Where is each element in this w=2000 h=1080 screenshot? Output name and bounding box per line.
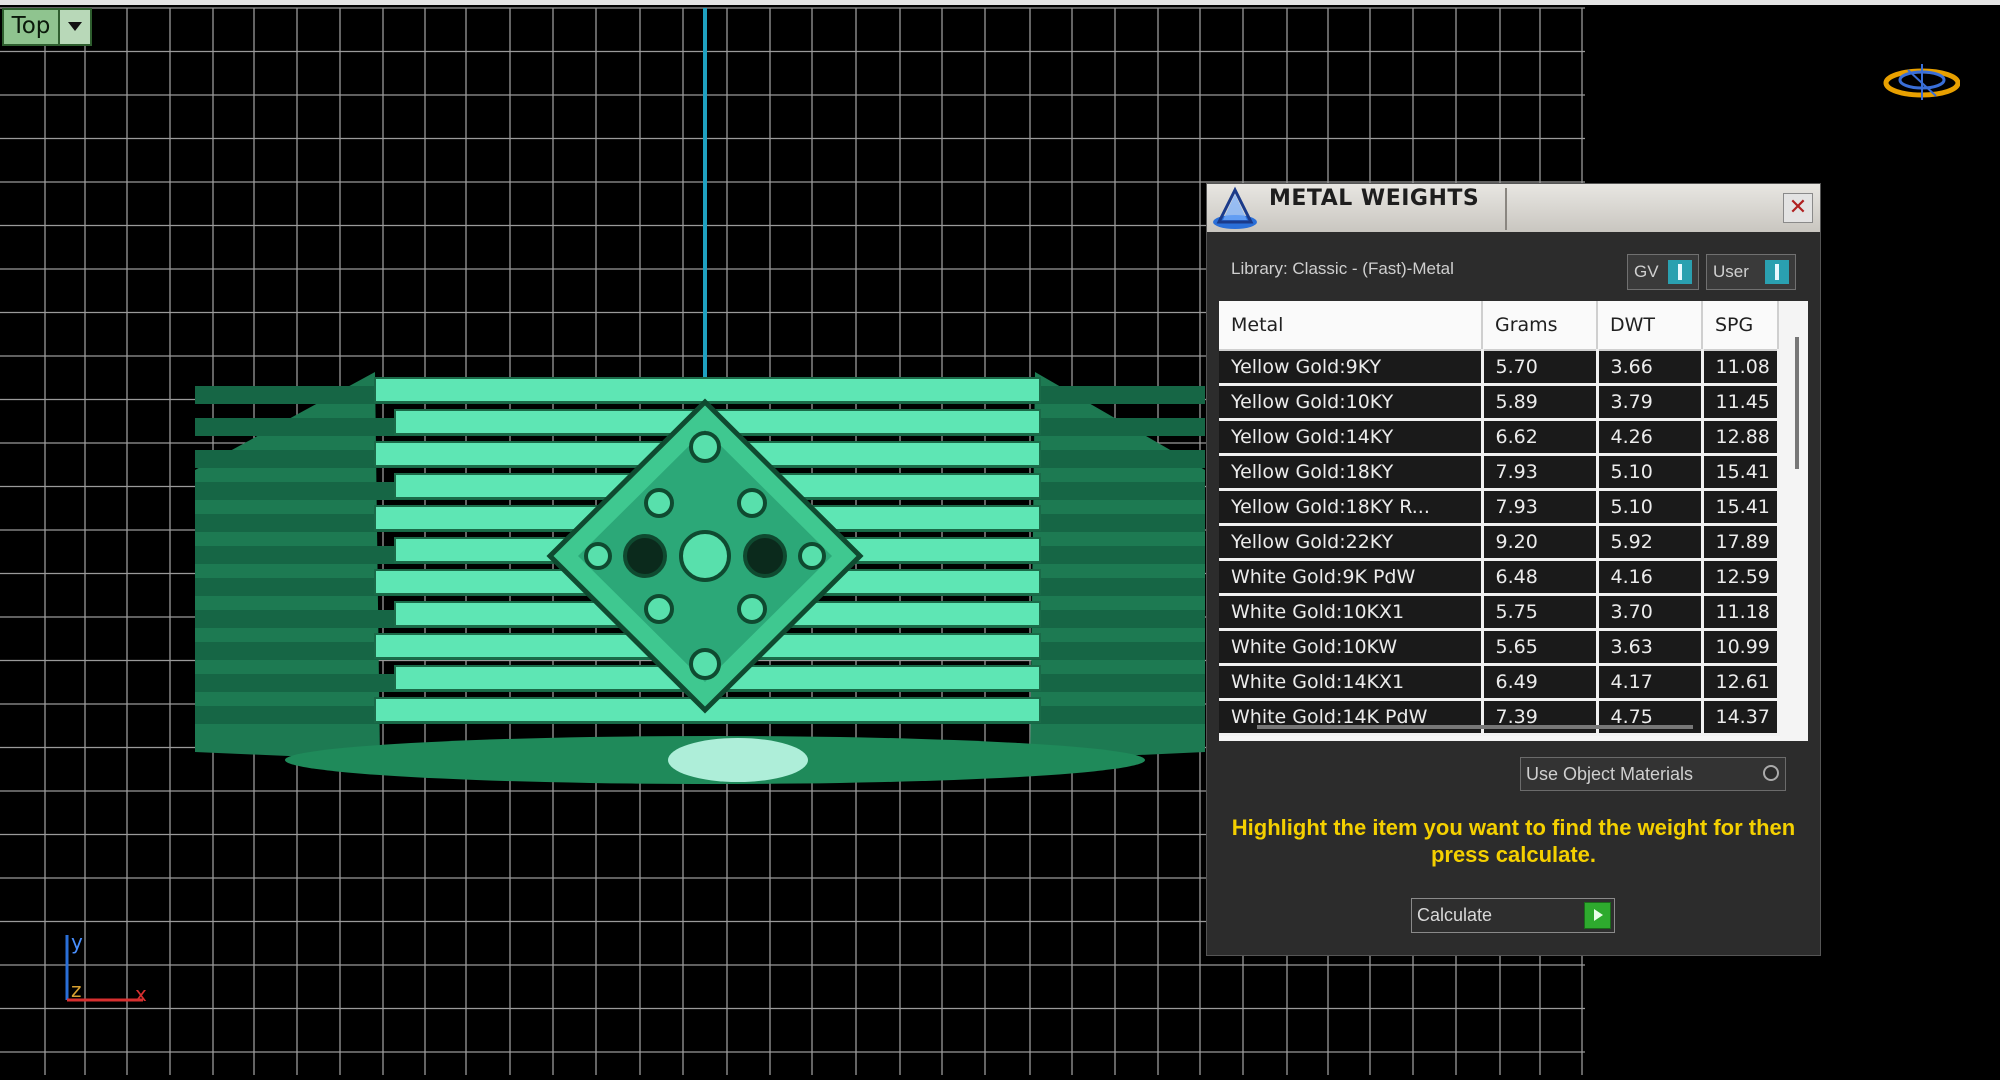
cell-grams: 6.49	[1482, 664, 1599, 701]
table-row[interactable]: Yellow Gold:9KY 5.70 3.66 11.08	[1219, 350, 1780, 386]
toggle-switch-icon[interactable]	[1765, 260, 1789, 284]
cell-metal: Yellow Gold:9KY	[1219, 350, 1484, 386]
cell-metal: Yellow Gold:22KY	[1219, 524, 1484, 561]
cell-metal: White Gold:9K PdW	[1219, 559, 1484, 596]
instruction-text: Highlight the item you want to find the …	[1231, 815, 1796, 867]
axis-indicator: y z x	[65, 930, 147, 1005]
column-header-spg[interactable]: SPG	[1702, 301, 1779, 351]
metal-weights-logo-icon	[1213, 186, 1257, 229]
cell-dwt: 3.66	[1597, 350, 1704, 386]
user-toggle-label: User	[1713, 262, 1749, 281]
cell-spg: 17.89	[1702, 524, 1780, 561]
cell-spg: 15.41	[1702, 489, 1780, 526]
axis-x-label: x	[135, 982, 147, 1005]
view-menu-dropdown[interactable]	[58, 10, 90, 44]
dialog-title: METAL WEIGHTS	[1269, 186, 1480, 211]
use-object-materials-label: Use Object Materials	[1526, 764, 1694, 784]
cell-grams: 5.89	[1482, 384, 1599, 421]
cell-metal: Yellow Gold:18KY	[1219, 454, 1484, 491]
close-icon: ✕	[1788, 195, 1808, 220]
ring-shank-highlight	[668, 738, 808, 782]
cell-metal: Yellow Gold:14KY	[1219, 419, 1484, 456]
cell-metal: White Gold:10KW	[1219, 629, 1484, 666]
cell-metal: White Gold:14K PdW	[1219, 699, 1484, 736]
axis-z-label: z	[71, 978, 82, 1002]
cell-dwt: 5.10	[1597, 454, 1704, 491]
column-header-metal[interactable]: Metal	[1219, 301, 1483, 351]
cell-spg: 12.61	[1702, 664, 1780, 701]
metal-table-container[interactable]: Metal Grams DWT SPG Yellow Gold:9KY 5.70 3…	[1219, 301, 1808, 741]
calculate-button[interactable]: Calculate	[1411, 898, 1615, 933]
table-row[interactable]: White Gold:14KX1 6.49 4.17 12.61	[1219, 664, 1780, 701]
cell-spg: 11.45	[1702, 384, 1780, 421]
title-divider	[1505, 188, 1507, 230]
close-button[interactable]: ✕	[1783, 193, 1813, 223]
metal-weights-dialog: METAL WEIGHTS ✕ Library: Classic - (Fast…	[1206, 183, 1821, 956]
user-toggle[interactable]: User	[1706, 254, 1796, 290]
cell-spg: 10.99	[1702, 629, 1780, 666]
cell-metal: Yellow Gold:10KY	[1219, 384, 1484, 421]
table-row[interactable]: White Gold:9K PdW 6.48 4.16 12.59	[1219, 559, 1780, 596]
cell-dwt: 5.10	[1597, 489, 1704, 526]
cell-metal: White Gold:14KX1	[1219, 664, 1484, 701]
gv-toggle[interactable]: GV	[1627, 254, 1699, 290]
toggle-switch-icon[interactable]	[1668, 260, 1692, 284]
table-row[interactable]: Yellow Gold:22KY 9.20 5.92 17.89	[1219, 524, 1780, 561]
library-label: Library: Classic - (Fast)-Metal	[1231, 259, 1454, 278]
cell-spg: 14.37	[1702, 699, 1780, 736]
view-name-label[interactable]: Top	[4, 10, 58, 44]
ring-model[interactable]	[195, 372, 1205, 784]
cell-grams: 5.70	[1482, 350, 1599, 386]
ring-gizmo-icon[interactable]	[1880, 58, 1960, 108]
horizontal-scrollbar[interactable]	[1257, 725, 1693, 729]
column-header-grams[interactable]: Grams	[1482, 301, 1598, 351]
gv-toggle-label: GV	[1634, 262, 1659, 281]
cell-dwt: 4.17	[1597, 664, 1704, 701]
column-header-dwt[interactable]: DWT	[1597, 301, 1703, 351]
cell-grams: 9.20	[1482, 524, 1599, 561]
cell-dwt: 4.75	[1597, 699, 1704, 736]
table-row[interactable]: Yellow Gold:10KY 5.89 3.79 11.45	[1219, 384, 1780, 421]
cell-grams: 5.75	[1482, 594, 1599, 631]
cell-grams: 7.93	[1482, 489, 1599, 526]
cell-grams: 6.48	[1482, 559, 1599, 596]
table-row[interactable]: Yellow Gold:18KY 7.93 5.10 15.41	[1219, 454, 1780, 491]
table-header-row: Metal Grams DWT SPG	[1219, 301, 1779, 351]
calculate-label: Calculate	[1417, 905, 1493, 925]
axis-y-label: y	[71, 930, 83, 954]
play-icon	[1584, 902, 1611, 929]
table-row[interactable]: White Gold:14K PdW 7.39 4.75 14.37	[1219, 699, 1780, 736]
metal-table-body: Yellow Gold:9KY 5.70 3.66 11.08 Yellow Gold:…	[1219, 350, 1780, 736]
cell-dwt: 3.63	[1597, 629, 1704, 666]
vertical-scrollbar[interactable]	[1795, 337, 1799, 469]
cell-dwt: 5.92	[1597, 524, 1704, 561]
cell-grams: 7.93	[1482, 454, 1599, 491]
dialog-title-bar[interactable]: METAL WEIGHTS ✕	[1207, 184, 1820, 232]
cell-dwt: 4.26	[1597, 419, 1704, 456]
table-row[interactable]: White Gold:10KX1 5.75 3.70 11.18	[1219, 594, 1780, 631]
view-name-control[interactable]: Top	[2, 8, 92, 46]
metal-table: Metal Grams DWT SPG Yellow Gold:9KY 5.70 3…	[1219, 301, 1780, 736]
cell-spg: 11.08	[1702, 350, 1780, 386]
table-row[interactable]: White Gold:10KW 5.65 3.63 10.99	[1219, 629, 1780, 666]
cell-metal: White Gold:10KX1	[1219, 594, 1484, 631]
cell-grams: 6.62	[1482, 419, 1599, 456]
use-object-materials-option[interactable]: Use Object Materials	[1520, 757, 1786, 791]
cell-grams: 7.39	[1482, 699, 1599, 736]
table-row[interactable]: Yellow Gold:14KY 6.62 4.26 12.88	[1219, 419, 1780, 456]
cell-spg: 12.59	[1702, 559, 1780, 596]
cell-metal: Yellow Gold:18KY R...	[1219, 489, 1484, 526]
cell-spg: 11.18	[1702, 594, 1780, 631]
cell-grams: 5.65	[1482, 629, 1599, 666]
radio-button[interactable]	[1763, 765, 1779, 781]
cell-dwt: 3.79	[1597, 384, 1704, 421]
cell-dwt: 4.16	[1597, 559, 1704, 596]
table-row[interactable]: Yellow Gold:18KY R... 7.93 5.10 15.41	[1219, 489, 1780, 526]
cell-dwt: 3.70	[1597, 594, 1704, 631]
cell-spg: 12.88	[1702, 419, 1780, 456]
cell-spg: 15.41	[1702, 454, 1780, 491]
